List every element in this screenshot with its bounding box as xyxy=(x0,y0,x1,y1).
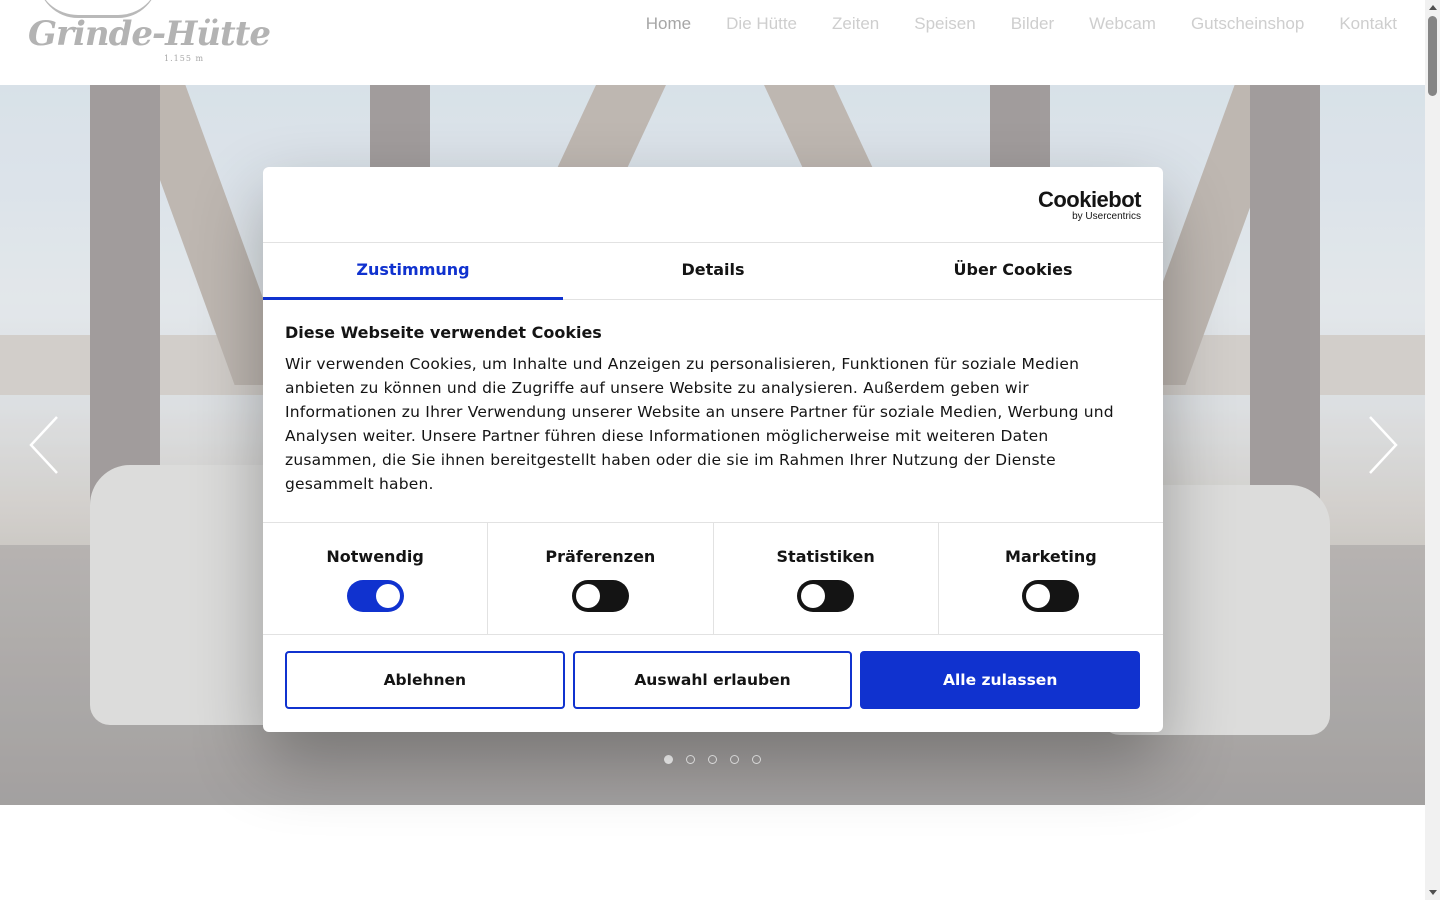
tab-ueber-cookies[interactable]: Über Cookies xyxy=(863,243,1163,299)
nav-item-gutscheinshop[interactable]: Gutscheinshop xyxy=(1191,14,1304,34)
category-label: Statistiken xyxy=(776,547,875,566)
dialog-title: Diese Webseite verwendet Cookies xyxy=(285,323,602,342)
consent-categories: Notwendig Präferenzen Statistiken Market… xyxy=(263,522,1163,635)
dialog-buttons: Ablehnen Auswahl erlauben Alle zulassen xyxy=(285,651,1141,709)
chevron-left-icon xyxy=(29,416,58,474)
site-header: Grinde-Hütte 1.155 m Home Die Hütte Zeit… xyxy=(0,0,1425,85)
nav-item-home[interactable]: Home xyxy=(646,14,691,34)
dialog-text: Wir verwenden Cookies, um Inhalte und An… xyxy=(285,355,1114,493)
toggle-knob xyxy=(575,584,600,608)
toggle-knob xyxy=(375,584,400,608)
dialog-body: Diese Webseite verwendet Cookies Wir ver… xyxy=(285,323,1135,496)
toggle-knob xyxy=(1026,584,1051,608)
scroll-thumb[interactable] xyxy=(1428,16,1437,96)
page-scrollbar[interactable] xyxy=(1425,0,1440,900)
slider-dot[interactable] xyxy=(730,755,739,764)
dialog-header: Cookiebot by Usercentrics xyxy=(263,167,1163,243)
site-logo[interactable]: Grinde-Hütte 1.155 m xyxy=(28,0,271,70)
logo-text: Grinde-Hütte xyxy=(28,14,271,54)
category-marketing: Marketing xyxy=(939,523,1163,634)
main-nav: Home Die Hütte Zeiten Speisen Bilder Web… xyxy=(646,14,1397,34)
nav-item-zeiten[interactable]: Zeiten xyxy=(832,14,879,34)
praeferenzen-toggle[interactable] xyxy=(571,580,629,612)
dialog-tabs: Zustimmung Details Über Cookies xyxy=(263,243,1163,300)
slider-dot[interactable] xyxy=(708,755,717,764)
slider-dot[interactable] xyxy=(686,755,695,764)
slider-dot[interactable] xyxy=(752,755,761,764)
chevron-right-icon xyxy=(1369,416,1398,474)
scroll-down-icon[interactable] xyxy=(1429,890,1437,895)
slider-next-button[interactable] xyxy=(1362,415,1402,475)
cookiebot-logo[interactable]: Cookiebot by Usercentrics xyxy=(1037,187,1142,223)
tab-zustimmung[interactable]: Zustimmung xyxy=(263,243,563,300)
notwendig-toggle[interactable] xyxy=(346,580,404,612)
nav-item-speisen[interactable]: Speisen xyxy=(914,14,975,34)
decline-button[interactable]: Ablehnen xyxy=(285,651,565,709)
slider-dot[interactable] xyxy=(664,755,673,764)
cookiebot-by: by Usercentrics xyxy=(1072,211,1141,222)
allow-all-button[interactable]: Alle zulassen xyxy=(860,651,1141,709)
category-label: Notwendig xyxy=(326,547,424,566)
tab-details[interactable]: Details xyxy=(563,243,863,299)
nav-item-webcam[interactable]: Webcam xyxy=(1089,14,1156,34)
logo-altitude: 1.155 m xyxy=(164,54,205,63)
category-notwendig: Notwendig xyxy=(263,523,489,634)
category-praeferenzen: Präferenzen xyxy=(488,523,714,634)
nav-item-bilder[interactable]: Bilder xyxy=(1011,14,1054,34)
category-statistiken: Statistiken xyxy=(714,523,939,634)
nav-item-kontakt[interactable]: Kontakt xyxy=(1339,14,1397,34)
scroll-up-icon[interactable] xyxy=(1429,5,1437,10)
cookiebot-brand: Cookiebot xyxy=(1037,187,1142,212)
marketing-toggle[interactable] xyxy=(1022,580,1080,612)
category-label: Präferenzen xyxy=(545,547,656,566)
cookie-consent-dialog: Cookiebot by Usercentrics Zustimmung Det… xyxy=(263,167,1163,732)
slider-prev-button[interactable] xyxy=(25,415,65,475)
toggle-knob xyxy=(801,584,826,608)
slider-dots xyxy=(664,755,761,764)
category-label: Marketing xyxy=(1005,547,1097,566)
nav-item-die-huette[interactable]: Die Hütte xyxy=(726,14,797,34)
allow-selection-button[interactable]: Auswahl erlauben xyxy=(572,651,853,709)
statistiken-toggle[interactable] xyxy=(797,580,855,612)
